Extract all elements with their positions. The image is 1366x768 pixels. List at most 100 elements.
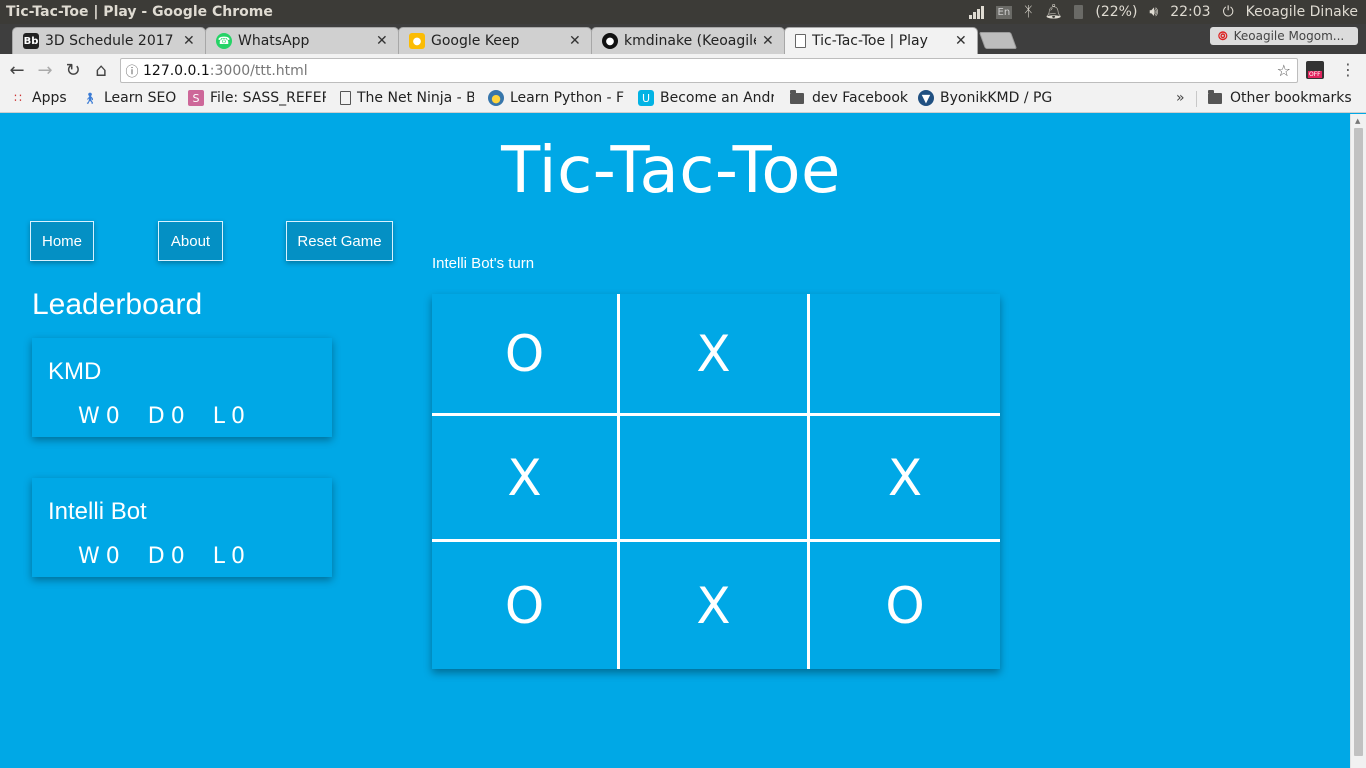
draws-count: D0 [147,544,191,569]
close-icon[interactable]: ✕ [762,33,776,49]
info-icon[interactable]: ⓘ [121,61,143,80]
more-bookmarks-chevron-icon[interactable]: » [1176,90,1185,106]
player-stats: W0 D0 L0 [78,544,251,569]
board-cell[interactable]: O [810,542,1000,669]
board-cell[interactable] [620,416,810,542]
sass-icon: S [188,90,204,106]
draws-count: D0 [147,404,191,429]
bluetooth-icon[interactable]: ᛡ [1024,4,1032,20]
scroll-up-arrow-icon[interactable]: ▲ [1355,117,1360,125]
bookmark-label: File: SASS_REFER [210,90,326,106]
reload-icon[interactable]: ↻ [60,57,86,83]
new-tab-button[interactable] [978,32,1018,49]
home-button[interactable]: Home [30,221,94,261]
wins-count: W0 [78,404,126,429]
vertical-scrollbar[interactable]: ▲ [1350,114,1366,768]
folder-icon [1208,90,1222,104]
github-icon: ● [602,33,618,49]
turn-indicator: Intelli Bot's turn [432,255,535,272]
close-icon[interactable]: ✕ [569,33,583,49]
tab-label: Google Keep [431,33,520,49]
bookmark-star-icon[interactable]: ☆ [1277,61,1291,80]
leaderboard-title: Leaderboard [32,288,203,321]
os-top-bar: Tic-Tac-Toe | Play - Google Chrome En ᛡ … [0,0,1366,24]
bookmark-label: dev Facebook [812,90,909,106]
bookmark-label: Become an Andr [660,90,774,106]
home-icon[interactable]: ⌂ [88,57,114,83]
system-tray: En ᛡ 🔔︎ (22%) 🔊︎ 22:03 ⏻ Keoagile Dinake [968,4,1366,20]
address-bar[interactable]: ⓘ 127.0.0.1:3000/ttt.html ☆ [120,58,1298,83]
bookmark-learn-seo[interactable]: 🚶︎ Learn SEO [82,90,176,106]
bookmark-sass-reference[interactable]: S File: SASS_REFER [188,90,326,106]
tab-whatsapp[interactable]: ☎ WhatsApp ✕ [205,27,399,54]
clock[interactable]: 22:03 [1170,4,1210,20]
network-signal-icon[interactable] [968,5,984,19]
tab-label: WhatsApp [238,33,310,49]
tab-google-keep[interactable]: ● Google Keep ✕ [398,27,592,54]
python-icon: ● [488,90,504,106]
user-name[interactable]: Keoagile Dinake [1246,4,1358,20]
board-cell[interactable]: X [810,416,1000,542]
browser-toolbar: ← → ↻ ⌂ ⓘ 127.0.0.1:3000/ttt.html ☆ ⋮ [0,54,1366,86]
bookmark-apps[interactable]: ∷ Apps [10,90,67,106]
board-cell[interactable] [810,294,1000,416]
player-stats: W0 D0 L0 [78,404,251,429]
bookmark-learn-python[interactable]: ● Learn Python - Fr [488,90,624,106]
back-arrow-icon[interactable]: ← [4,57,30,83]
leaderboard-card-player: KMD W0 D0 L0 [32,338,332,437]
close-icon[interactable]: ✕ [183,33,197,49]
tab-tic-tac-toe[interactable]: Tic-Tac-Toe | Play ✕ [784,27,978,54]
bookmark-net-ninja[interactable]: The Net Ninja - B [340,90,474,106]
board-cell[interactable]: X [620,542,810,669]
tab-label: Tic-Tac-Toe | Play [812,33,928,49]
bitbucket-icon: ▼ [918,90,934,106]
page-content: Tic-Tac-Toe Home About Reset Game Leader… [0,114,1350,768]
scrollbar-thumb[interactable] [1354,128,1363,756]
board-cell[interactable]: X [432,416,620,542]
bookmark-dev-facebook[interactable]: dev Facebook [790,90,908,106]
profile-name: Keoagile Mogom... [1233,29,1345,43]
notification-bell-icon[interactable]: 🔔︎ [1045,4,1063,20]
menu-kebab-icon[interactable]: ⋮ [1340,60,1356,79]
other-bookmarks[interactable]: Other bookmarks [1208,90,1352,106]
folder-icon [790,90,804,104]
bookmark-label: Learn SEO [104,90,177,106]
blackboard-icon: Bb [23,33,39,49]
board-cell[interactable]: O [432,294,620,416]
url-host: 127.0.0.1 [143,62,210,79]
tab-label: kmdinake (Keoagile [624,33,756,49]
bookmark-byonikkmd[interactable]: ▼ ByonikKMD / PG [918,90,1054,106]
close-icon[interactable]: ✕ [955,33,969,49]
wins-count: W0 [78,544,126,569]
bookmark-label: Other bookmarks [1230,90,1352,106]
board-cell[interactable]: O [432,542,620,669]
profile-button[interactable]: ⦾ Keoagile Mogom... [1210,27,1358,45]
bookmarks-divider [1196,91,1197,107]
page-icon [795,34,806,48]
url-path: :3000/ttt.html [209,62,308,79]
bookmark-label: The Net Ninja - B [357,90,474,106]
about-button[interactable]: About [158,221,223,261]
whatsapp-icon: ☎ [216,33,232,49]
udacity-icon: U [638,90,654,106]
forward-arrow-icon[interactable]: → [32,57,58,83]
power-icon[interactable]: ⏻ [1223,4,1234,20]
volume-icon[interactable]: 🔊︎ [1149,4,1158,20]
tab-3d-schedule[interactable]: Bb 3D Schedule 2017 – ✕ [12,27,206,54]
bookmark-become-android[interactable]: U Become an Andr [638,90,774,106]
player-name: Intelli Bot [48,498,147,525]
battery-icon[interactable] [1074,5,1084,19]
page-title: Tic-Tac-Toe [501,134,841,208]
bookmark-label: Learn Python - Fr [510,90,624,106]
bookmarks-bar: ∷ Apps 🚶︎ Learn SEO S File: SASS_REFER T… [0,86,1366,113]
bookmark-label: Apps [32,90,67,106]
tab-github[interactable]: ● kmdinake (Keoagile ✕ [591,27,785,54]
board-cell[interactable]: X [620,294,810,416]
keyboard-layout-indicator[interactable]: En [995,5,1013,19]
bookmark-label: ByonikKMD / PG [940,90,1053,106]
game-board: O X X X O X O [432,294,1000,669]
extension-icon[interactable] [1306,61,1324,79]
reset-game-button[interactable]: Reset Game [286,221,393,261]
leaderboard-card-bot: Intelli Bot W0 D0 L0 [32,478,332,577]
close-icon[interactable]: ✕ [376,33,390,49]
